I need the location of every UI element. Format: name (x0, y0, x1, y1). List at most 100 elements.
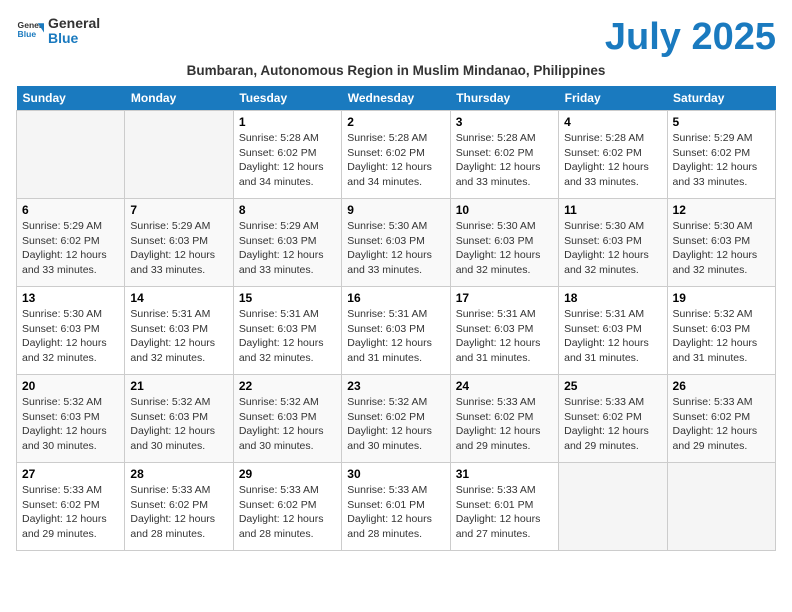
calendar-cell: 29Sunrise: 5:33 AM Sunset: 6:02 PM Dayli… (233, 463, 341, 551)
calendar-table: SundayMondayTuesdayWednesdayThursdayFrid… (16, 86, 776, 551)
calendar-header-row: SundayMondayTuesdayWednesdayThursdayFrid… (17, 86, 776, 111)
logo-text-blue: Blue (48, 31, 100, 46)
day-info: Sunrise: 5:29 AM Sunset: 6:03 PM Dayligh… (130, 219, 227, 278)
day-number: 19 (673, 291, 770, 305)
day-number: 28 (130, 467, 227, 481)
day-info: Sunrise: 5:30 AM Sunset: 6:03 PM Dayligh… (673, 219, 770, 278)
day-info: Sunrise: 5:33 AM Sunset: 6:02 PM Dayligh… (130, 483, 227, 542)
calendar-cell (667, 463, 775, 551)
day-number: 17 (456, 291, 553, 305)
calendar-cell: 26 Sunrise: 5:33 AM Sunset: 6:02 PM Dayli… (667, 375, 775, 463)
calendar-cell (17, 111, 125, 199)
calendar-cell: 23 Sunrise: 5:32 AM Sunset: 6:02 PM Dayli… (342, 375, 450, 463)
day-number: 30 (347, 467, 444, 481)
calendar-cell (559, 463, 667, 551)
header-day-tuesday: Tuesday (233, 86, 341, 111)
calendar-body: 1 Sunrise: 5:28 AM Sunset: 6:02 PM Daylig… (17, 111, 776, 551)
day-info: Sunrise: 5:28 AM Sunset: 6:02 PM Dayligh… (239, 131, 336, 190)
header-day-monday: Monday (125, 86, 233, 111)
day-info: Sunrise: 5:33 AM Sunset: 6:02 PM Dayligh… (673, 395, 770, 454)
calendar-cell: 16 Sunrise: 5:31 AM Sunset: 6:03 PM Dayli… (342, 287, 450, 375)
calendar-cell: 10Sunrise: 5:30 AM Sunset: 6:03 PM Dayli… (450, 199, 558, 287)
calendar-cell: 25Sunrise: 5:33 AM Sunset: 6:02 PM Dayli… (559, 375, 667, 463)
calendar-cell: 5 Sunrise: 5:29 AM Sunset: 6:02 PM Daylig… (667, 111, 775, 199)
calendar-cell: 2Sunrise: 5:28 AM Sunset: 6:02 PM Daylig… (342, 111, 450, 199)
calendar-cell: 9 Sunrise: 5:30 AM Sunset: 6:03 PM Daylig… (342, 199, 450, 287)
day-number: 4 (564, 115, 661, 129)
day-number: 23 (347, 379, 444, 393)
day-info: Sunrise: 5:32 AM Sunset: 6:03 PM Dayligh… (130, 395, 227, 454)
day-info: Sunrise: 5:33 AM Sunset: 6:02 PM Dayligh… (456, 395, 553, 454)
day-number: 7 (130, 203, 227, 217)
day-info: Sunrise: 5:30 AM Sunset: 6:03 PM Dayligh… (22, 307, 119, 366)
day-info: Sunrise: 5:33 AM Sunset: 6:02 PM Dayligh… (239, 483, 336, 542)
day-info: Sunrise: 5:31 AM Sunset: 6:03 PM Dayligh… (564, 307, 661, 366)
day-number: 14 (130, 291, 227, 305)
day-number: 16 (347, 291, 444, 305)
day-info: Sunrise: 5:32 AM Sunset: 6:03 PM Dayligh… (22, 395, 119, 454)
day-info: Sunrise: 5:30 AM Sunset: 6:03 PM Dayligh… (347, 219, 444, 278)
month-title: July 2025 (605, 16, 776, 59)
day-number: 8 (239, 203, 336, 217)
calendar-cell: 6 Sunrise: 5:29 AM Sunset: 6:02 PM Daylig… (17, 199, 125, 287)
day-number: 3 (456, 115, 553, 129)
day-info: Sunrise: 5:33 AM Sunset: 6:02 PM Dayligh… (564, 395, 661, 454)
logo-text-general: General (48, 16, 100, 31)
calendar-cell: 3 Sunrise: 5:28 AM Sunset: 6:02 PM Daylig… (450, 111, 558, 199)
logo-icon: General Blue (16, 17, 44, 45)
day-info: Sunrise: 5:31 AM Sunset: 6:03 PM Dayligh… (239, 307, 336, 366)
day-info: Sunrise: 5:31 AM Sunset: 6:03 PM Dayligh… (347, 307, 444, 366)
day-info: Sunrise: 5:33 AM Sunset: 6:01 PM Dayligh… (456, 483, 553, 542)
calendar-week-5: 27 Sunrise: 5:33 AM Sunset: 6:02 PM Dayli… (17, 463, 776, 551)
calendar-cell: 11 Sunrise: 5:30 AM Sunset: 6:03 PM Dayli… (559, 199, 667, 287)
day-info: Sunrise: 5:32 AM Sunset: 6:02 PM Dayligh… (347, 395, 444, 454)
header-day-thursday: Thursday (450, 86, 558, 111)
day-info: Sunrise: 5:28 AM Sunset: 6:02 PM Dayligh… (564, 131, 661, 190)
calendar-cell: 20 Sunrise: 5:32 AM Sunset: 6:03 PM Dayli… (17, 375, 125, 463)
logo: General Blue General Blue (16, 16, 100, 47)
day-info: Sunrise: 5:29 AM Sunset: 6:02 PM Dayligh… (22, 219, 119, 278)
calendar-week-1: 1 Sunrise: 5:28 AM Sunset: 6:02 PM Daylig… (17, 111, 776, 199)
day-number: 18 (564, 291, 661, 305)
day-number: 22 (239, 379, 336, 393)
day-number: 10 (456, 203, 553, 217)
calendar-cell: 27Sunrise: 5:33 AM Sunset: 6:02 PM Dayli… (17, 463, 125, 551)
day-number: 15 (239, 291, 336, 305)
calendar-cell: 13Sunrise: 5:30 AM Sunset: 6:03 PM Dayli… (17, 287, 125, 375)
calendar-cell: 15 Sunrise: 5:31 AM Sunset: 6:03 PM Dayli… (233, 287, 341, 375)
calendar-cell: 22 Sunrise: 5:32 AM Sunset: 6:03 PM Dayli… (233, 375, 341, 463)
calendar-cell: 21 Sunrise: 5:32 AM Sunset: 6:03 PM Dayli… (125, 375, 233, 463)
header-day-sunday: Sunday (17, 86, 125, 111)
calendar-cell: 4 Sunrise: 5:28 AM Sunset: 6:02 PM Daylig… (559, 111, 667, 199)
day-info: Sunrise: 5:32 AM Sunset: 6:03 PM Dayligh… (239, 395, 336, 454)
day-info: Sunrise: 5:31 AM Sunset: 6:03 PM Dayligh… (456, 307, 553, 366)
day-info: Sunrise: 5:29 AM Sunset: 6:03 PM Dayligh… (239, 219, 336, 278)
day-number: 1 (239, 115, 336, 129)
calendar-cell: 30 Sunrise: 5:33 AM Sunset: 6:01 PM Dayli… (342, 463, 450, 551)
day-number: 20 (22, 379, 119, 393)
day-info: Sunrise: 5:32 AM Sunset: 6:03 PM Dayligh… (673, 307, 770, 366)
header-day-friday: Friday (559, 86, 667, 111)
calendar-cell (125, 111, 233, 199)
day-number: 2 (347, 115, 444, 129)
day-info: Sunrise: 5:33 AM Sunset: 6:01 PM Dayligh… (347, 483, 444, 542)
day-info: Sunrise: 5:29 AM Sunset: 6:02 PM Dayligh… (673, 131, 770, 190)
calendar-cell: 8 Sunrise: 5:29 AM Sunset: 6:03 PM Daylig… (233, 199, 341, 287)
day-number: 9 (347, 203, 444, 217)
day-number: 6 (22, 203, 119, 217)
calendar-cell: 18 Sunrise: 5:31 AM Sunset: 6:03 PM Dayli… (559, 287, 667, 375)
day-number: 11 (564, 203, 661, 217)
day-number: 27 (22, 467, 119, 481)
day-info: Sunrise: 5:28 AM Sunset: 6:02 PM Dayligh… (456, 131, 553, 190)
calendar-week-3: 13Sunrise: 5:30 AM Sunset: 6:03 PM Dayli… (17, 287, 776, 375)
day-number: 24 (456, 379, 553, 393)
header-day-wednesday: Wednesday (342, 86, 450, 111)
calendar-cell: 17 Sunrise: 5:31 AM Sunset: 6:03 PM Dayli… (450, 287, 558, 375)
day-number: 5 (673, 115, 770, 129)
calendar-cell: 31Sunrise: 5:33 AM Sunset: 6:01 PM Dayli… (450, 463, 558, 551)
calendar-week-4: 20 Sunrise: 5:32 AM Sunset: 6:03 PM Dayli… (17, 375, 776, 463)
day-info: Sunrise: 5:30 AM Sunset: 6:03 PM Dayligh… (564, 219, 661, 278)
day-info: Sunrise: 5:31 AM Sunset: 6:03 PM Dayligh… (130, 307, 227, 366)
day-number: 26 (673, 379, 770, 393)
day-number: 21 (130, 379, 227, 393)
